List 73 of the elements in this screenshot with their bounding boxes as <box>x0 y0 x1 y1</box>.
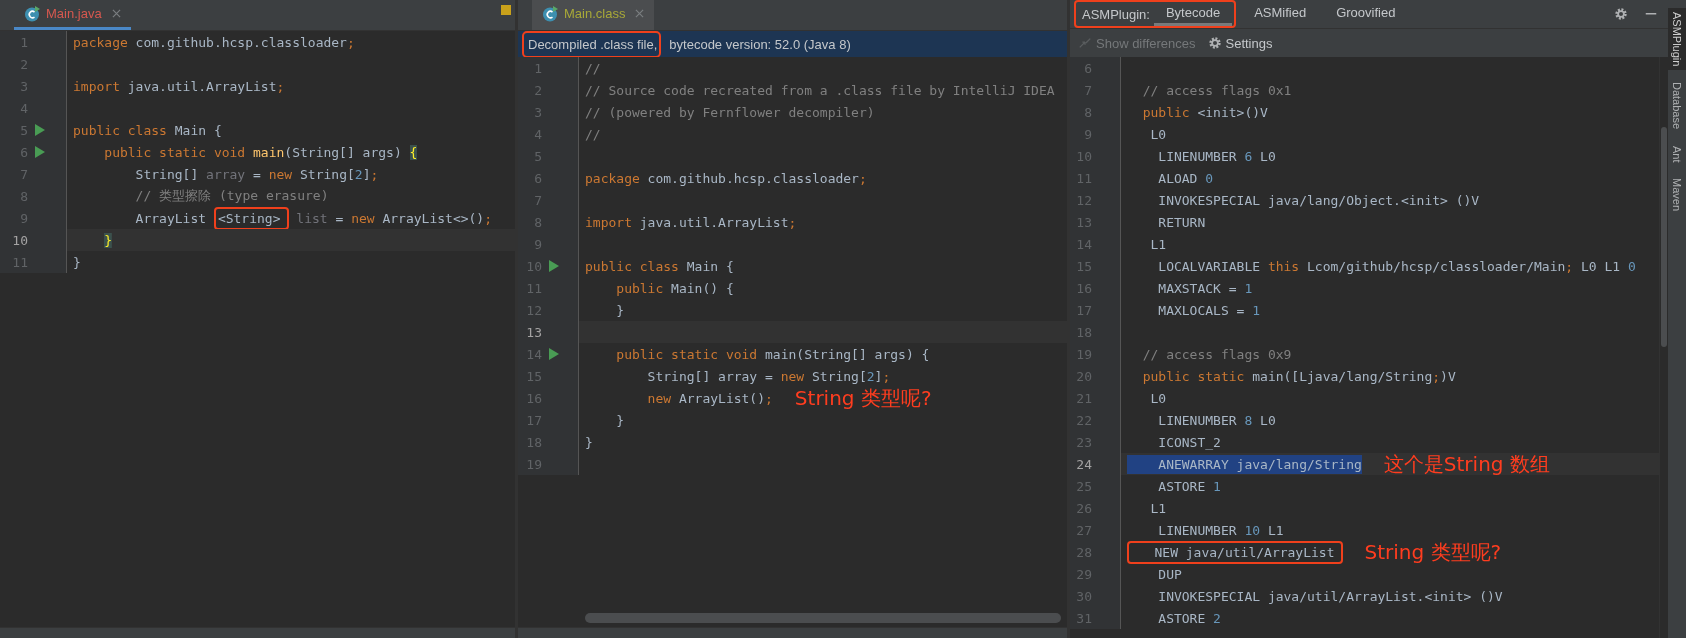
code-line: } <box>585 434 593 450</box>
code-line: public <init>()V <box>1141 104 1268 120</box>
toolbar-button[interactable]: Settings <box>1205 35 1275 51</box>
code-line: L1 <box>1149 236 1167 252</box>
code-line: public Main() { <box>615 280 734 296</box>
code-line: // <box>585 60 601 76</box>
minimize-icon[interactable] <box>1644 12 1658 16</box>
code-line: } <box>615 302 625 318</box>
code-line: public class Main { <box>73 122 222 138</box>
code-line: String[] array = new String[2]; <box>134 166 379 182</box>
code-line: INVOKESPECIAL java/lang/Object.<init> ()V <box>1157 192 1480 208</box>
code-line: // 类型擦除 (type erasure) <box>134 187 329 205</box>
close-icon[interactable] <box>111 9 121 18</box>
code-line: public static main([Ljava/lang/String;)V <box>1141 368 1456 384</box>
code-line: ICONST_2 <box>1157 434 1221 450</box>
close-icon[interactable] <box>635 9 645 18</box>
diff-arrows-icon <box>1078 36 1092 50</box>
code-line: L0 <box>1149 126 1167 142</box>
line-number: 13 <box>525 324 542 340</box>
code-line: public static void main(String[] args) { <box>615 346 930 362</box>
code-line: ASTORE 1 <box>1157 478 1221 494</box>
side-tool-button[interactable]: Ant <box>1668 141 1686 167</box>
code-line: L1 <box>1149 500 1167 516</box>
run-icon[interactable] <box>35 124 45 136</box>
code-line: // Source code recreated from a .class file by IntelliJ IDEA <box>585 82 1055 98</box>
tool-window-title: ASMPlugin: <box>1081 5 1151 24</box>
code-line: MAXLOCALS = 1 <box>1157 302 1261 318</box>
class-file-icon <box>542 5 558 22</box>
annotation-text: String 类型呢? <box>1364 541 1502 563</box>
banner-text: bytecode version: 52.0 (Java 8) <box>668 35 852 54</box>
settings-icon[interactable] <box>1614 7 1628 21</box>
code-line: LINENUMBER 8 L0 <box>1157 412 1276 428</box>
code-line: DUP <box>1157 566 1182 582</box>
tool-tab[interactable]: ASMified <box>1242 2 1319 26</box>
run-icon[interactable] <box>549 260 559 272</box>
annotation-text: 这个是String 数组 <box>1383 453 1550 475</box>
annotation-text: String 类型呢? <box>794 387 932 409</box>
code-line: ASTORE 2 <box>1157 610 1221 626</box>
settings-icon <box>1207 36 1222 50</box>
code-line: import java.util.ArrayList; <box>73 78 285 94</box>
code-line: LOCALVARIABLE this Lcom/github/hcsp/classloader/Main; L0 L1 0 <box>1157 258 1636 274</box>
line-number: 24 <box>1075 456 1092 472</box>
code-line: package com.github.hcsp.classloader; <box>585 170 867 186</box>
code-line: public static void main(String[] args) { <box>103 144 418 160</box>
code-line: String[] array = new String[2]; <box>646 368 891 384</box>
code-line: L0 <box>1149 390 1167 406</box>
editor-tab[interactable]: Main.class <box>532 0 655 30</box>
run-icon[interactable] <box>35 146 45 158</box>
code-line: new ArrayList(); <box>646 390 773 406</box>
scrollbar[interactable] <box>585 613 1061 623</box>
code-line: // <box>585 126 601 142</box>
code-line: public class Main { <box>585 258 734 274</box>
code-line: package com.github.hcsp.classloader; <box>73 34 355 50</box>
code-line: RETURN <box>1157 214 1206 230</box>
code-line: // (powered by Fernflower decompiler) <box>585 104 875 120</box>
class-file-icon <box>24 5 40 22</box>
side-tool-button[interactable]: Maven <box>1668 174 1686 216</box>
code-line: LINENUMBER 10 L1 <box>1157 522 1284 538</box>
code-line: } <box>615 412 625 428</box>
run-icon[interactable] <box>549 348 559 360</box>
side-tool-button[interactable]: Database <box>1668 78 1686 134</box>
code-line: // access flags 0x1 <box>1141 82 1292 98</box>
code-line: INVOKESPECIAL java/util/ArrayList.<init> ()V <box>1157 588 1503 604</box>
side-tool-button[interactable]: ASMPlugin <box>1668 8 1686 71</box>
code-line: ALOAD 0 <box>1157 170 1214 186</box>
code-line: LINENUMBER 6 L0 <box>1157 148 1276 164</box>
line-number: 10 <box>11 232 28 248</box>
code-line: MAXSTACK = 1 <box>1157 280 1253 296</box>
tool-tab[interactable]: Groovified <box>1324 2 1408 26</box>
scrollbar[interactable] <box>1659 57 1668 638</box>
code-line: // access flags 0x9 <box>1141 346 1292 362</box>
code-line: import java.util.ArrayList; <box>585 214 797 230</box>
code-line: } <box>73 254 81 270</box>
